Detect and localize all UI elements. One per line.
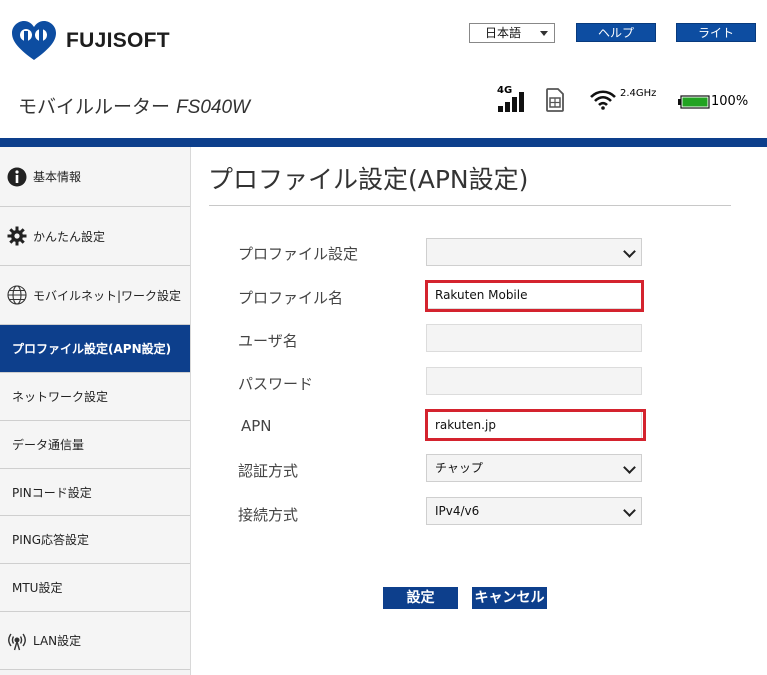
sidebar-item-lan[interactable]: LAN設定 [0,612,190,670]
language-select[interactable]: 日本語 [469,23,555,43]
sidebar-item-easy-setup[interactable]: かんたん設定 [0,207,190,266]
sidebar-item-ping-response[interactable]: PING応答設定 [0,516,190,564]
cancel-button[interactable]: キャンセル [472,587,547,609]
chevron-down-icon [540,31,548,36]
username-label: ユーザ名 [238,332,298,350]
info-icon [7,167,27,186]
product-name: モバイルルーター [18,96,171,118]
profile-name-input[interactable]: Rakuten Mobile [426,281,642,309]
connection-method-value: IPv4/v6 [435,504,480,518]
language-value: 日本語 [485,26,522,40]
sidebar-item-label: データ通信量 [12,438,85,452]
sidebar-item-mobile-network[interactable]: モバイルネット|ワーク設定 [0,266,190,325]
profile-select[interactable] [426,238,642,266]
sidebar-item-label: かんたん設定 [33,229,106,244]
chevron-down-icon [623,245,636,258]
sidebar-item-basic-info[interactable]: 基本情報 [0,147,190,207]
sidebar-item-label: プロファイル設定(APN設定) [12,342,172,356]
gear-icon [7,226,27,246]
page-title: プロファイル設定(APN設定) [208,165,529,194]
title-divider [209,205,731,206]
light-button[interactable]: ライト [676,23,756,42]
profile-name-label: プロファイル名 [238,289,344,307]
brand-logo: FUJISOFT [10,20,170,62]
sidebar: 基本情報 かんたん設定 モバイルネット|ワーク設定 プロファイル設定(APN設定… [0,147,191,675]
signal-bars-icon [498,92,524,112]
username-input[interactable] [426,324,642,352]
auth-method-label: 認証方式 [238,462,299,480]
help-button[interactable]: ヘルプ [576,23,656,42]
fujisoft-logo-icon [12,21,56,60]
apn-input[interactable]: rakuten.jp [426,411,642,439]
sidebar-item-label: モバイルネット|ワーク設定 [33,288,182,303]
chevron-down-icon [623,504,636,517]
sidebar-item-label: PINコード設定 [12,485,92,500]
sidebar-item-data-usage[interactable]: データ通信量 [0,421,190,469]
chevron-down-icon [623,461,636,474]
sidebar-item-pin-code[interactable]: PINコード設定 [0,469,190,516]
sidebar-item-network-settings[interactable]: ネットワーク設定 [0,373,190,421]
wifi-band-label: 2.4GHz [620,88,657,99]
sidebar-item-profile-apn[interactable]: プロファイル設定(APN設定) [0,325,190,373]
password-input[interactable] [426,367,642,395]
set-button[interactable]: 設定 [383,587,458,609]
battery-icon [678,95,710,109]
profile-select-label: プロファイル設定 [238,245,359,263]
sim-card-icon [546,88,564,112]
globe-icon [7,285,27,305]
sidebar-item-label: LAN設定 [33,634,82,648]
sidebar-item-mtu[interactable]: MTU設定 [0,564,190,612]
product-title: モバイルルーター FS040W [18,92,250,119]
product-model: FS040W [176,97,250,118]
sidebar-item-label: ネットワーク設定 [12,390,109,404]
password-label: パスワード [238,375,314,393]
apn-label: APN [241,417,272,435]
sidebar-item-label: MTU設定 [12,581,63,595]
antenna-icon [8,633,26,650]
header-divider [0,138,767,147]
battery-percent: 100% [711,94,749,109]
sidebar-item-label: PING応答設定 [12,533,90,547]
wifi-icon [590,90,616,110]
auth-method-value: チャップ [435,461,483,475]
connection-method-select[interactable]: IPv4/v6 [426,497,642,525]
sidebar-item-label: 基本情報 [33,170,82,184]
auth-method-select[interactable]: チャップ [426,454,642,482]
header: FUJISOFT 日本語 ヘルプ ライト モバイルルーター FS040W 4G … [0,0,767,138]
connection-method-label: 接続方式 [238,506,299,524]
brand-name: FUJISOFT [66,29,170,52]
